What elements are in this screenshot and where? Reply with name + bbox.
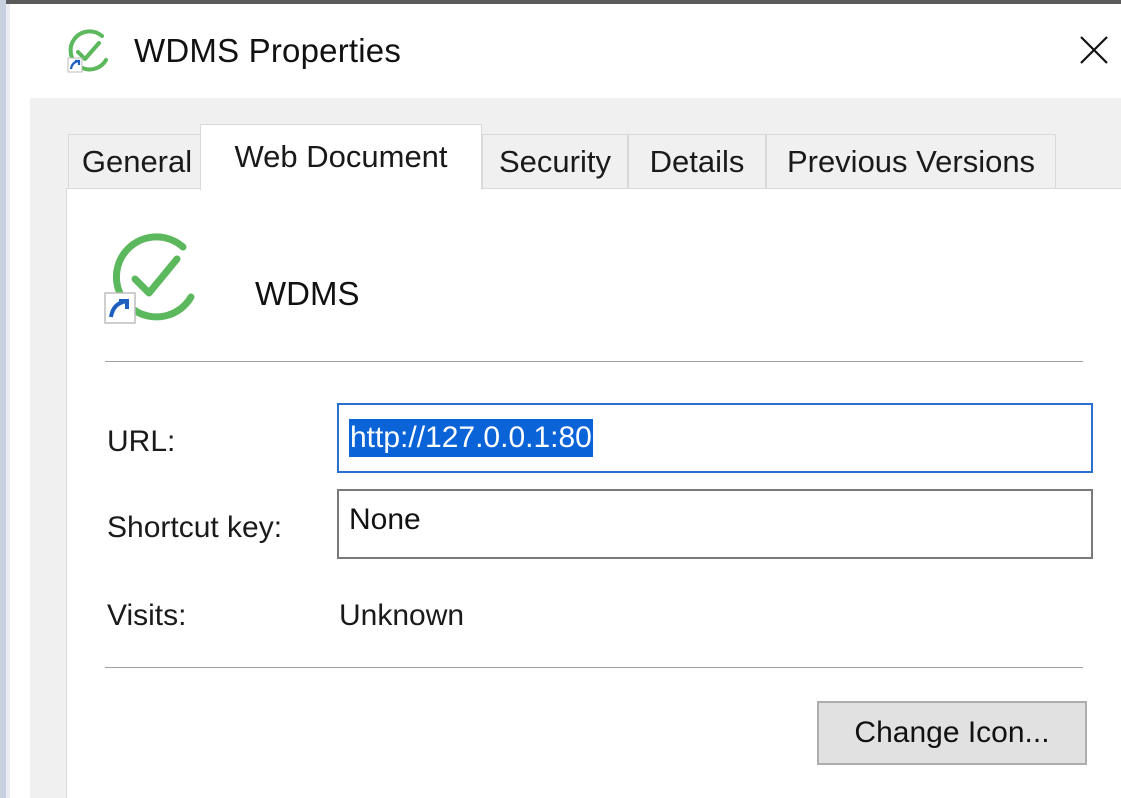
tab-page-web-document: WDMS URL: http://127.0.0.1:80 Shortcut k… <box>66 188 1121 798</box>
separator-bottom <box>105 667 1083 668</box>
tab-label: General <box>81 143 193 179</box>
window-title: WDMS Properties <box>134 32 402 69</box>
tab-label: Details <box>649 143 745 179</box>
change-icon-button[interactable]: Change Icon... <box>817 701 1087 765</box>
shortcut-key-label: Shortcut key: <box>107 511 283 544</box>
shortcut-key-field[interactable]: None <box>337 489 1093 559</box>
wdms-shortcut-icon <box>101 227 201 327</box>
shortcut-key-value: None <box>349 503 421 536</box>
tab-security[interactable]: Security <box>482 134 628 188</box>
visits-value: Unknown <box>339 599 465 632</box>
visits-label: Visits: <box>107 599 187 632</box>
tab-previous-versions[interactable]: Previous Versions <box>766 134 1056 188</box>
tab-details[interactable]: Details <box>628 134 766 188</box>
tab-label: Web Document <box>234 139 448 174</box>
close-button[interactable] <box>1070 26 1118 74</box>
separator-top <box>105 361 1083 362</box>
close-icon <box>1080 36 1108 64</box>
tab-label: Previous Versions <box>786 143 1036 179</box>
url-field[interactable]: http://127.0.0.1:80 <box>337 403 1093 473</box>
tab-label: Security <box>499 143 611 179</box>
app-name: WDMS <box>255 275 360 312</box>
url-label: URL: <box>107 425 176 458</box>
tab-general[interactable]: General <box>68 134 206 188</box>
wdms-app-icon <box>62 26 112 76</box>
properties-dialog: WDMS Properties General Web Document Sec… <box>10 4 1121 798</box>
tab-web-document[interactable]: Web Document <box>200 124 482 190</box>
title-bar[interactable]: WDMS Properties <box>10 4 1121 98</box>
screen: WDMS Properties General Web Document Sec… <box>0 0 1121 798</box>
change-icon-button-label: Change Icon... <box>854 716 1050 749</box>
url-field-value: http://127.0.0.1:80 <box>349 419 593 457</box>
